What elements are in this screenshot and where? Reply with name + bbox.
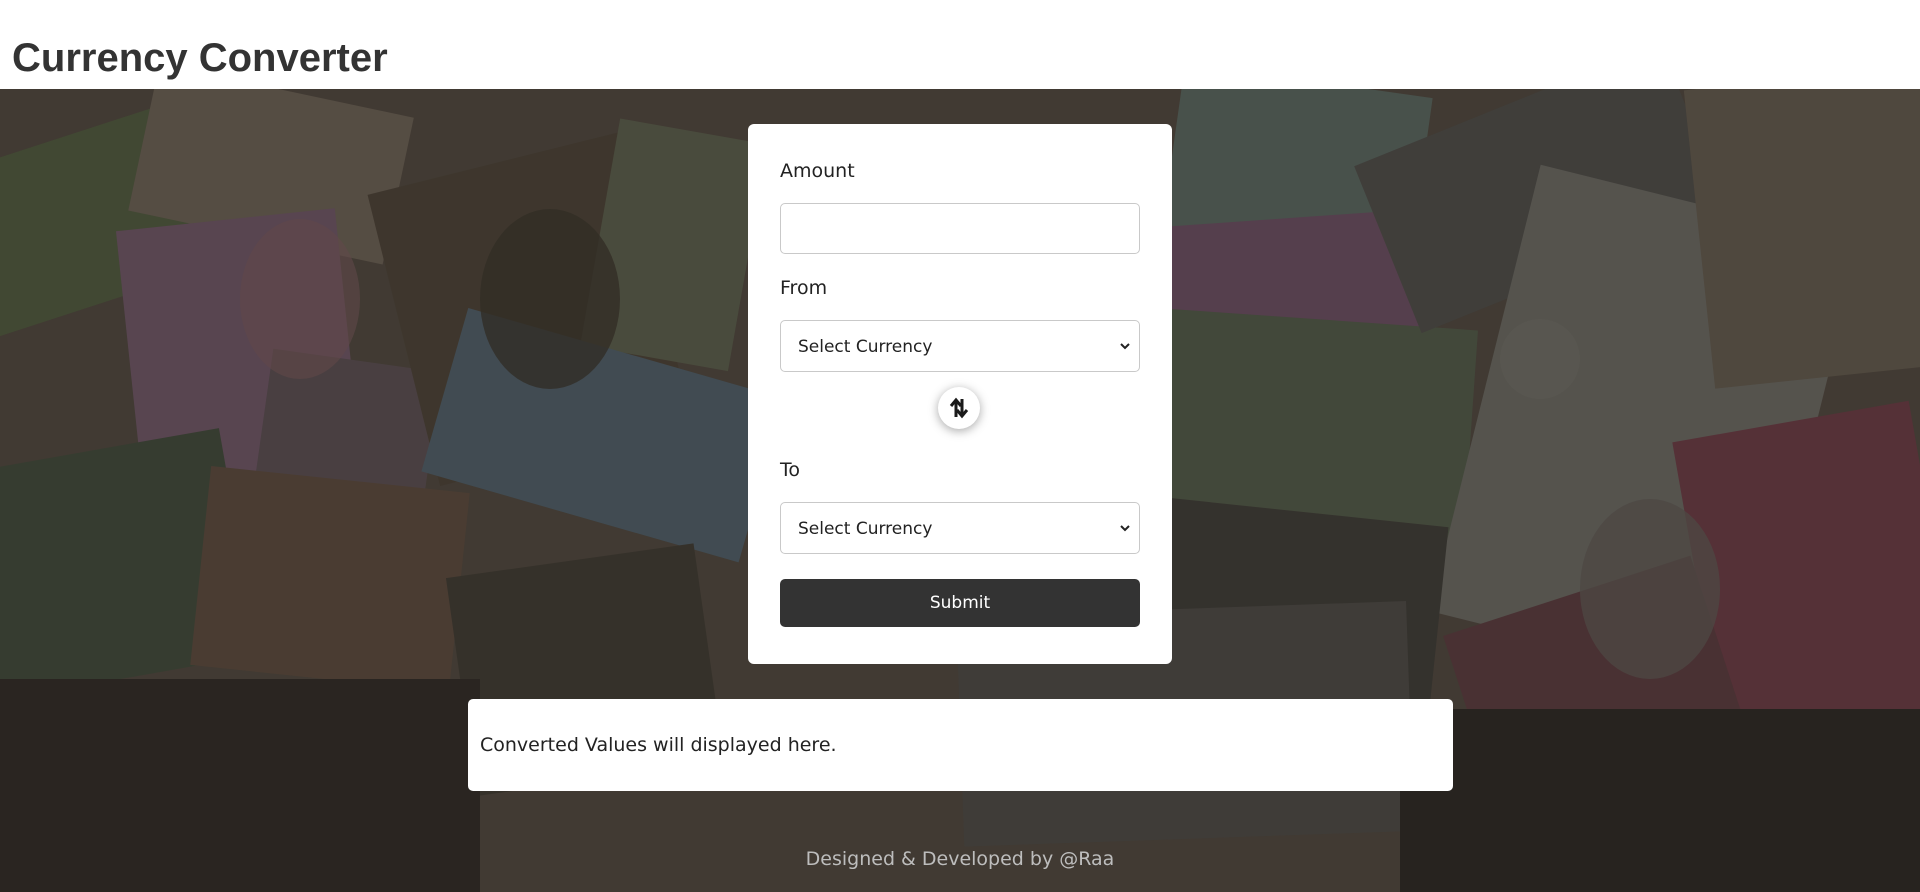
swap-vertical-arrows-icon bbox=[949, 397, 969, 419]
converter-card: Amount From Select Currency To Select Cu… bbox=[748, 124, 1172, 664]
footer-credit: Designed & Developed by @Raa bbox=[805, 848, 1115, 870]
submit-button[interactable]: Submit bbox=[780, 579, 1140, 627]
swap-currencies-button[interactable] bbox=[938, 387, 980, 429]
to-currency-selected: Select Currency bbox=[798, 519, 933, 539]
from-currency-selected: Select Currency bbox=[798, 337, 933, 357]
amount-input[interactable] bbox=[780, 203, 1140, 254]
chevron-down-icon bbox=[1120, 525, 1130, 532]
from-label: From bbox=[780, 277, 828, 299]
page-title: Currency Converter bbox=[12, 36, 388, 80]
to-currency-select[interactable]: Select Currency bbox=[780, 502, 1140, 554]
app-header: Currency Converter bbox=[0, 0, 1920, 89]
amount-label: Amount bbox=[780, 160, 855, 182]
to-label: To bbox=[780, 459, 801, 481]
chevron-down-icon bbox=[1120, 343, 1130, 350]
result-text: Converted Values will displayed here. bbox=[480, 734, 837, 756]
result-panel: Converted Values will displayed here. bbox=[468, 699, 1453, 791]
from-currency-select[interactable]: Select Currency bbox=[780, 320, 1140, 372]
